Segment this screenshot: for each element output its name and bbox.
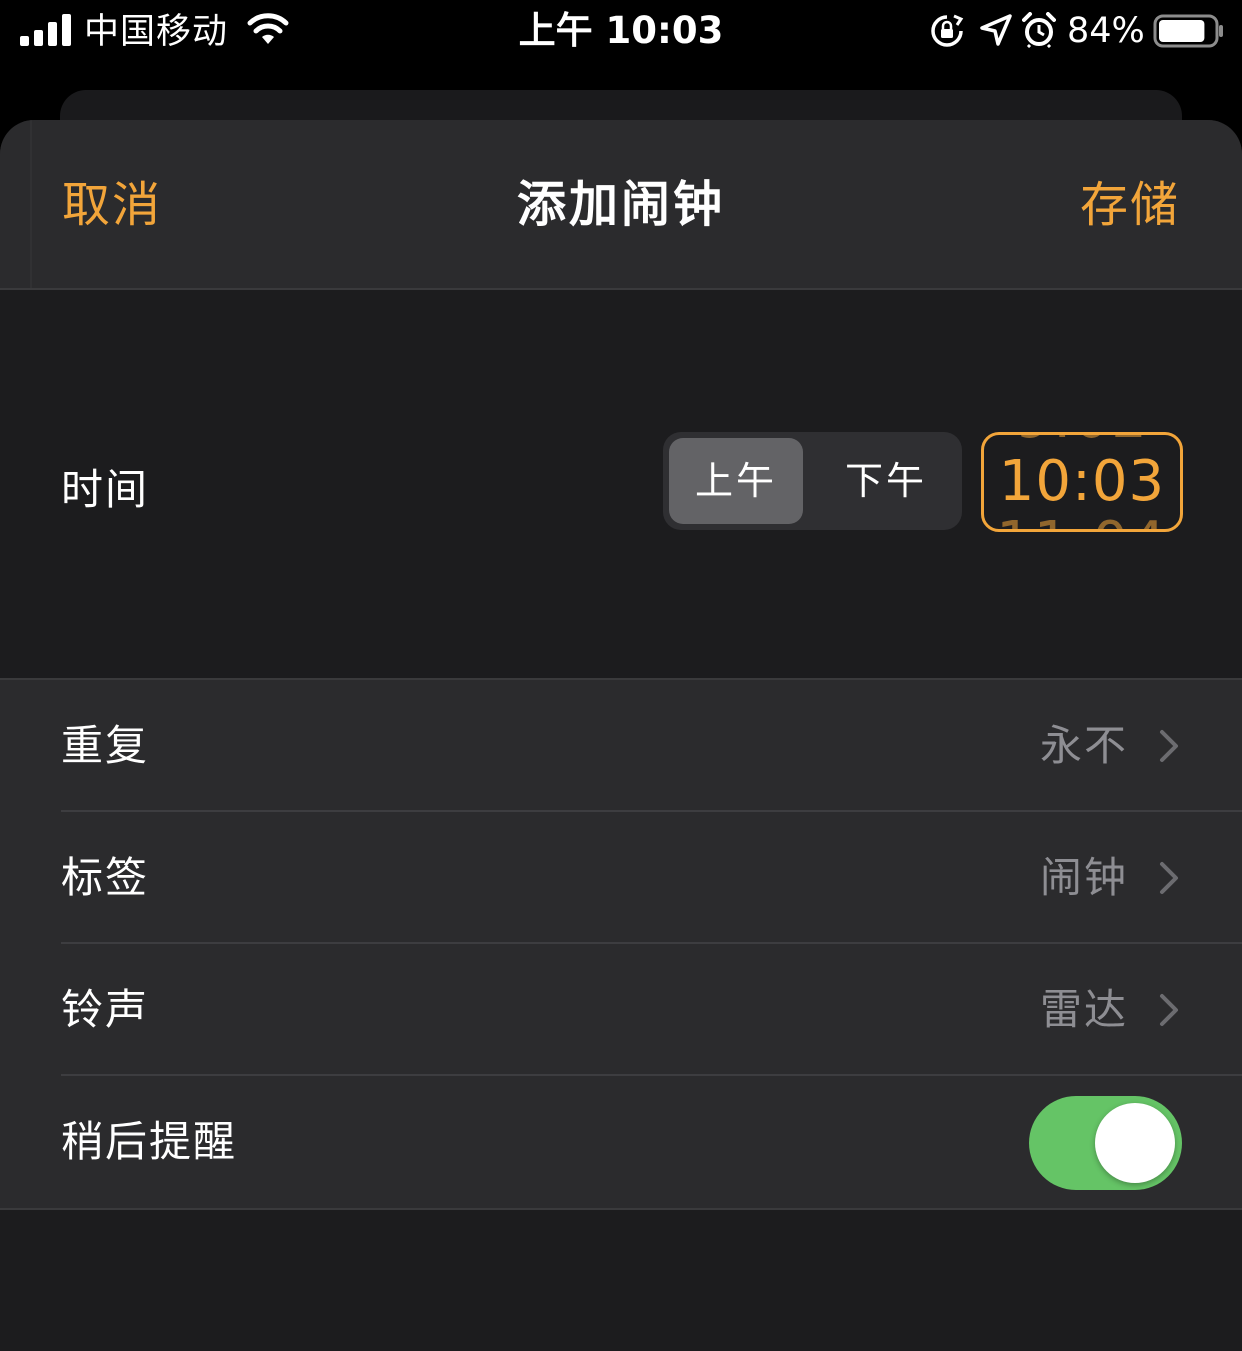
am-segment[interactable]: 上午 bbox=[669, 438, 803, 524]
label-label: 标签 bbox=[61, 853, 150, 902]
time-picker[interactable]: 9:02 10:03 11:04 bbox=[981, 432, 1183, 532]
orientation-lock-icon bbox=[931, 14, 964, 47]
sound-row[interactable]: 铃声 雷达 bbox=[0, 944, 1242, 1076]
chevron-right-icon bbox=[1160, 730, 1178, 762]
repeat-row[interactable]: 重复 永不 bbox=[0, 680, 1242, 812]
time-picker-next: 11:04 bbox=[984, 513, 1180, 530]
save-button[interactable]: 存储 bbox=[1080, 170, 1180, 240]
time-picker-value: 10:03 bbox=[998, 449, 1166, 514]
page-title: 添加闹钟 bbox=[516, 176, 725, 233]
repeat-value: 永不 bbox=[1039, 721, 1128, 770]
sound-label: 铃声 bbox=[61, 985, 150, 1034]
snooze-toggle[interactable] bbox=[1029, 1096, 1182, 1190]
label-value: 闹钟 bbox=[1039, 853, 1128, 902]
toggle-knob bbox=[1095, 1103, 1175, 1183]
add-alarm-sheet: 取消 添加闹钟 存储 时间 上午 下午 9:02 10:03 11:04 重复 … bbox=[0, 120, 1242, 1351]
snooze-row: 稍后提醒 bbox=[0, 1076, 1242, 1208]
time-picker-previous: 9:02 bbox=[984, 435, 1180, 449]
repeat-label: 重复 bbox=[61, 721, 150, 770]
label-row[interactable]: 标签 闹钟 bbox=[0, 812, 1242, 944]
time-label: 时间 bbox=[61, 465, 150, 514]
pm-segment[interactable]: 下午 bbox=[819, 438, 953, 524]
alarm-icon bbox=[1022, 12, 1056, 48]
chevron-right-icon bbox=[1160, 862, 1178, 894]
am-pm-segmented-control: 上午 下午 bbox=[663, 432, 962, 530]
battery-icon bbox=[1153, 14, 1223, 48]
snooze-label: 稍后提醒 bbox=[61, 1117, 238, 1166]
sound-value: 雷达 bbox=[1039, 985, 1128, 1034]
location-icon bbox=[980, 14, 1012, 46]
alarm-settings-list: 重复 永不 标签 闹钟 铃声 雷达 稍后提醒 bbox=[0, 678, 1242, 1210]
battery-percent: 84% bbox=[1067, 11, 1145, 51]
chevron-right-icon bbox=[1160, 994, 1178, 1026]
status-bar: 中国移动 上午 10:03 84% bbox=[0, 0, 1242, 66]
navigation-bar: 取消 添加闹钟 存储 bbox=[0, 120, 1242, 290]
